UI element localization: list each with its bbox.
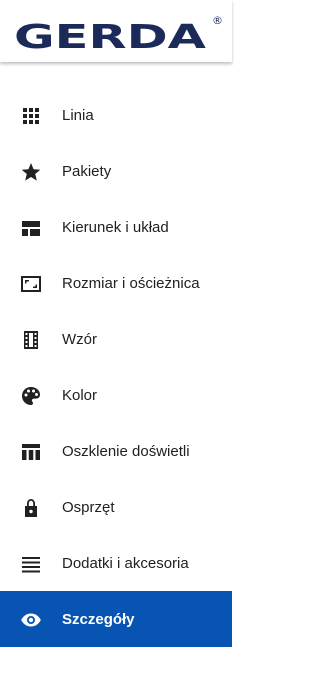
palette-icon xyxy=(20,385,42,407)
sidebar-item-label: Dodatki i akcesoria xyxy=(62,555,189,572)
sidebar-item-linia[interactable]: Linia xyxy=(0,87,232,143)
logo-text: GERDA xyxy=(14,17,207,56)
sidebar-item-label: Oszklenie doświetli xyxy=(62,443,190,460)
app-header: GERDA ® xyxy=(0,0,232,62)
lock-icon xyxy=(20,497,42,519)
grid-icon xyxy=(20,105,42,127)
star-icon xyxy=(20,161,42,183)
registered-mark: ® xyxy=(212,14,222,27)
sidebar-item-label: Kierunek i układ xyxy=(62,219,169,236)
film-strip-icon xyxy=(20,329,42,351)
lines-icon xyxy=(20,553,42,575)
aspect-ratio-icon xyxy=(20,273,42,295)
sidebar-item-szczegoly[interactable]: Szczegóły xyxy=(0,591,232,647)
layout-icon xyxy=(20,217,42,239)
sidebar-item-label: Linia xyxy=(62,107,94,124)
sidebar-nav: Linia Pakiety Kierunek i układ Rozmiar i… xyxy=(0,87,232,647)
sidebar-item-dodatki[interactable]: Dodatki i akcesoria xyxy=(0,535,232,591)
eye-icon xyxy=(20,609,42,631)
sidebar-item-label: Kolor xyxy=(62,387,98,404)
sidebar-item-label: Szczegóły xyxy=(62,611,135,628)
sidebar-item-pakiety[interactable]: Pakiety xyxy=(0,143,232,199)
sidebar-item-rozmiar[interactable]: Rozmiar i ościeżnica xyxy=(0,255,232,311)
sidebar-item-label: Rozmiar i ościeżnica xyxy=(62,275,200,292)
sidebar-item-oszklenie[interactable]: Oszklenie doświetli xyxy=(0,423,232,479)
sidebar-item-label: Wzór xyxy=(62,331,97,348)
table-columns-icon xyxy=(20,441,42,463)
sidebar-item-kolor[interactable]: Kolor xyxy=(0,367,232,423)
gerda-logo[interactable]: GERDA ® xyxy=(14,4,222,58)
sidebar-item-label: Pakiety xyxy=(62,163,112,180)
sidebar-item-label: Osprzęt xyxy=(62,499,115,516)
sidebar-item-kierunek[interactable]: Kierunek i układ xyxy=(0,199,232,255)
sidebar-item-wzor[interactable]: Wzór xyxy=(0,311,232,367)
sidebar-item-osprzet[interactable]: Osprzęt xyxy=(0,479,232,535)
